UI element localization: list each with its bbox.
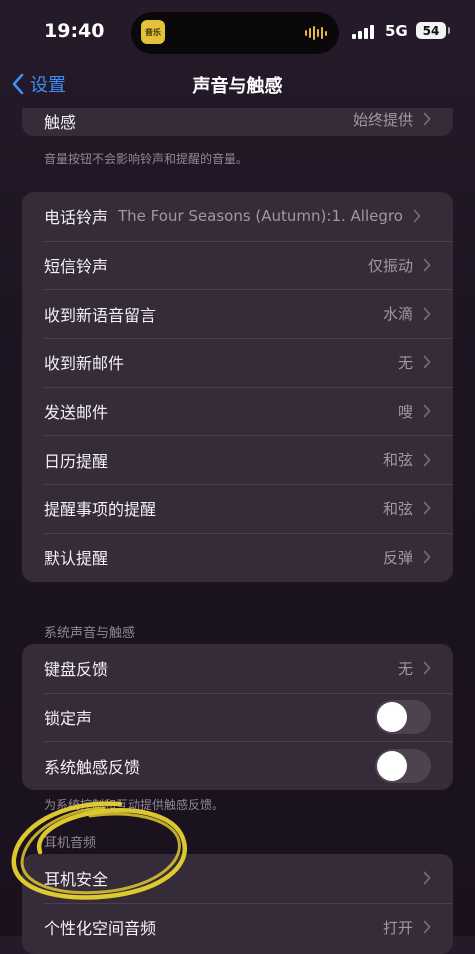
- lock-sound-label: 锁定声: [44, 709, 93, 729]
- lock-sound-toggle[interactable]: [375, 700, 431, 735]
- system-haptics-toggle[interactable]: [375, 748, 431, 783]
- battery-level: 54: [422, 23, 440, 38]
- chevron-right-icon: [423, 871, 431, 885]
- chevron-right-icon: [423, 112, 431, 126]
- sound-value: 反弹: [382, 548, 413, 567]
- lock-sound-row: 锁定声: [22, 692, 453, 742]
- volume-footnote: 音量按钮不会影响铃声和提醒的音量。: [44, 152, 249, 166]
- chevron-right-icon: [423, 920, 431, 934]
- sound-value: 嗖: [397, 402, 413, 421]
- music-app-icon: 音乐: [141, 20, 165, 44]
- headphone-group: 耳机安全 个性化空间音频 打开: [22, 854, 453, 954]
- headphone-safety-row[interactable]: 耳机安全: [22, 854, 453, 903]
- toggle-knob: [377, 750, 407, 781]
- spatial-audio-value: 打开: [382, 918, 413, 937]
- spatial-audio-label: 个性化空间音频: [44, 919, 157, 939]
- sent-mail-row[interactable]: 发送邮件 嗖: [22, 386, 453, 436]
- haptics-footnote: 为系统控制和互动提供触感反馈。: [44, 798, 225, 812]
- system-haptics-label: 系统触感反馈: [44, 757, 141, 777]
- battery-icon: 54: [416, 22, 450, 39]
- status-time: 19:40: [44, 20, 105, 42]
- ringtone-row[interactable]: 电话铃声 The Four Seasons (Autumn):1. Allegr…: [22, 192, 453, 241]
- sound-value: 仅振动: [367, 256, 413, 275]
- sound-label: 收到新邮件: [44, 354, 125, 374]
- sound-value: The Four Seasons (Autumn):1. Allegro: [118, 207, 403, 226]
- chevron-right-icon: [423, 404, 431, 418]
- chevron-right-icon: [423, 502, 431, 515]
- cellular-signal-icon: [352, 24, 374, 39]
- sound-label: 发送邮件: [44, 403, 109, 423]
- toggle-knob: [377, 702, 407, 733]
- system-haptics-row: 系统触感反馈: [22, 741, 453, 790]
- sound-label: 短信铃声: [44, 257, 109, 277]
- sound-value: 水滴: [382, 305, 413, 324]
- sound-label: 日历提醒: [44, 451, 109, 471]
- dynamic-island[interactable]: 音乐: [131, 12, 339, 54]
- new-mail-row[interactable]: 收到新邮件 无: [22, 338, 453, 387]
- sound-label: 电话铃声: [44, 208, 109, 228]
- calendar-alerts-row[interactable]: 日历提醒 和弦: [22, 435, 453, 484]
- haptics-label: 触感: [44, 113, 77, 132]
- sound-value: 和弦: [382, 499, 413, 518]
- chevron-right-icon: [423, 258, 431, 272]
- haptics-group: 触感 始终提供: [22, 108, 453, 136]
- keyboard-feedback-row[interactable]: 键盘反馈 无: [22, 644, 453, 693]
- sound-label: 默认提醒: [44, 549, 109, 569]
- status-bar: 19:40 音乐 5G 54: [0, 0, 475, 64]
- headphone-section-header: 耳机音频: [44, 836, 97, 851]
- default-alerts-row[interactable]: 默认提醒 反弹: [22, 532, 453, 582]
- keyboard-feedback-label: 键盘反馈: [44, 660, 109, 680]
- navigation-bar: 设置 声音与触感: [0, 64, 475, 108]
- system-section-header: 系统声音与触感: [44, 626, 136, 641]
- chevron-right-icon: [423, 453, 431, 467]
- chevron-right-icon: [423, 661, 431, 675]
- text-tone-row[interactable]: 短信铃声 仅振动: [22, 240, 453, 290]
- sounds-group: 电话铃声 The Four Seasons (Autumn):1. Allegr…: [22, 192, 453, 582]
- system-sounds-group: 键盘反馈 无 锁定声 系统触感反馈: [22, 644, 453, 790]
- headphone-safety-label: 耳机安全: [44, 870, 109, 890]
- network-type: 5G: [385, 22, 408, 40]
- chevron-right-icon: [423, 550, 431, 564]
- new-voicemail-row[interactable]: 收到新语音留言 水滴: [22, 289, 453, 338]
- spatial-audio-row[interactable]: 个性化空间音频 打开: [22, 902, 453, 952]
- chevron-right-icon: [423, 356, 431, 369]
- sound-label: 收到新语音留言: [44, 305, 157, 325]
- sound-label: 提醒事项的提醒: [44, 500, 157, 520]
- chevron-right-icon: [423, 307, 431, 321]
- sound-value: 和弦: [382, 451, 413, 470]
- keyboard-feedback-value: 无: [397, 659, 413, 678]
- reminder-alerts-row[interactable]: 提醒事项的提醒 和弦: [22, 484, 453, 533]
- sound-value: 无: [397, 353, 413, 372]
- page-title: 声音与触感: [192, 76, 283, 97]
- audio-waveform-icon: [305, 25, 327, 41]
- chevron-right-icon: [413, 209, 421, 223]
- haptics-row[interactable]: 触感 始终提供: [22, 108, 453, 136]
- haptics-value: 始终提供: [352, 111, 413, 129]
